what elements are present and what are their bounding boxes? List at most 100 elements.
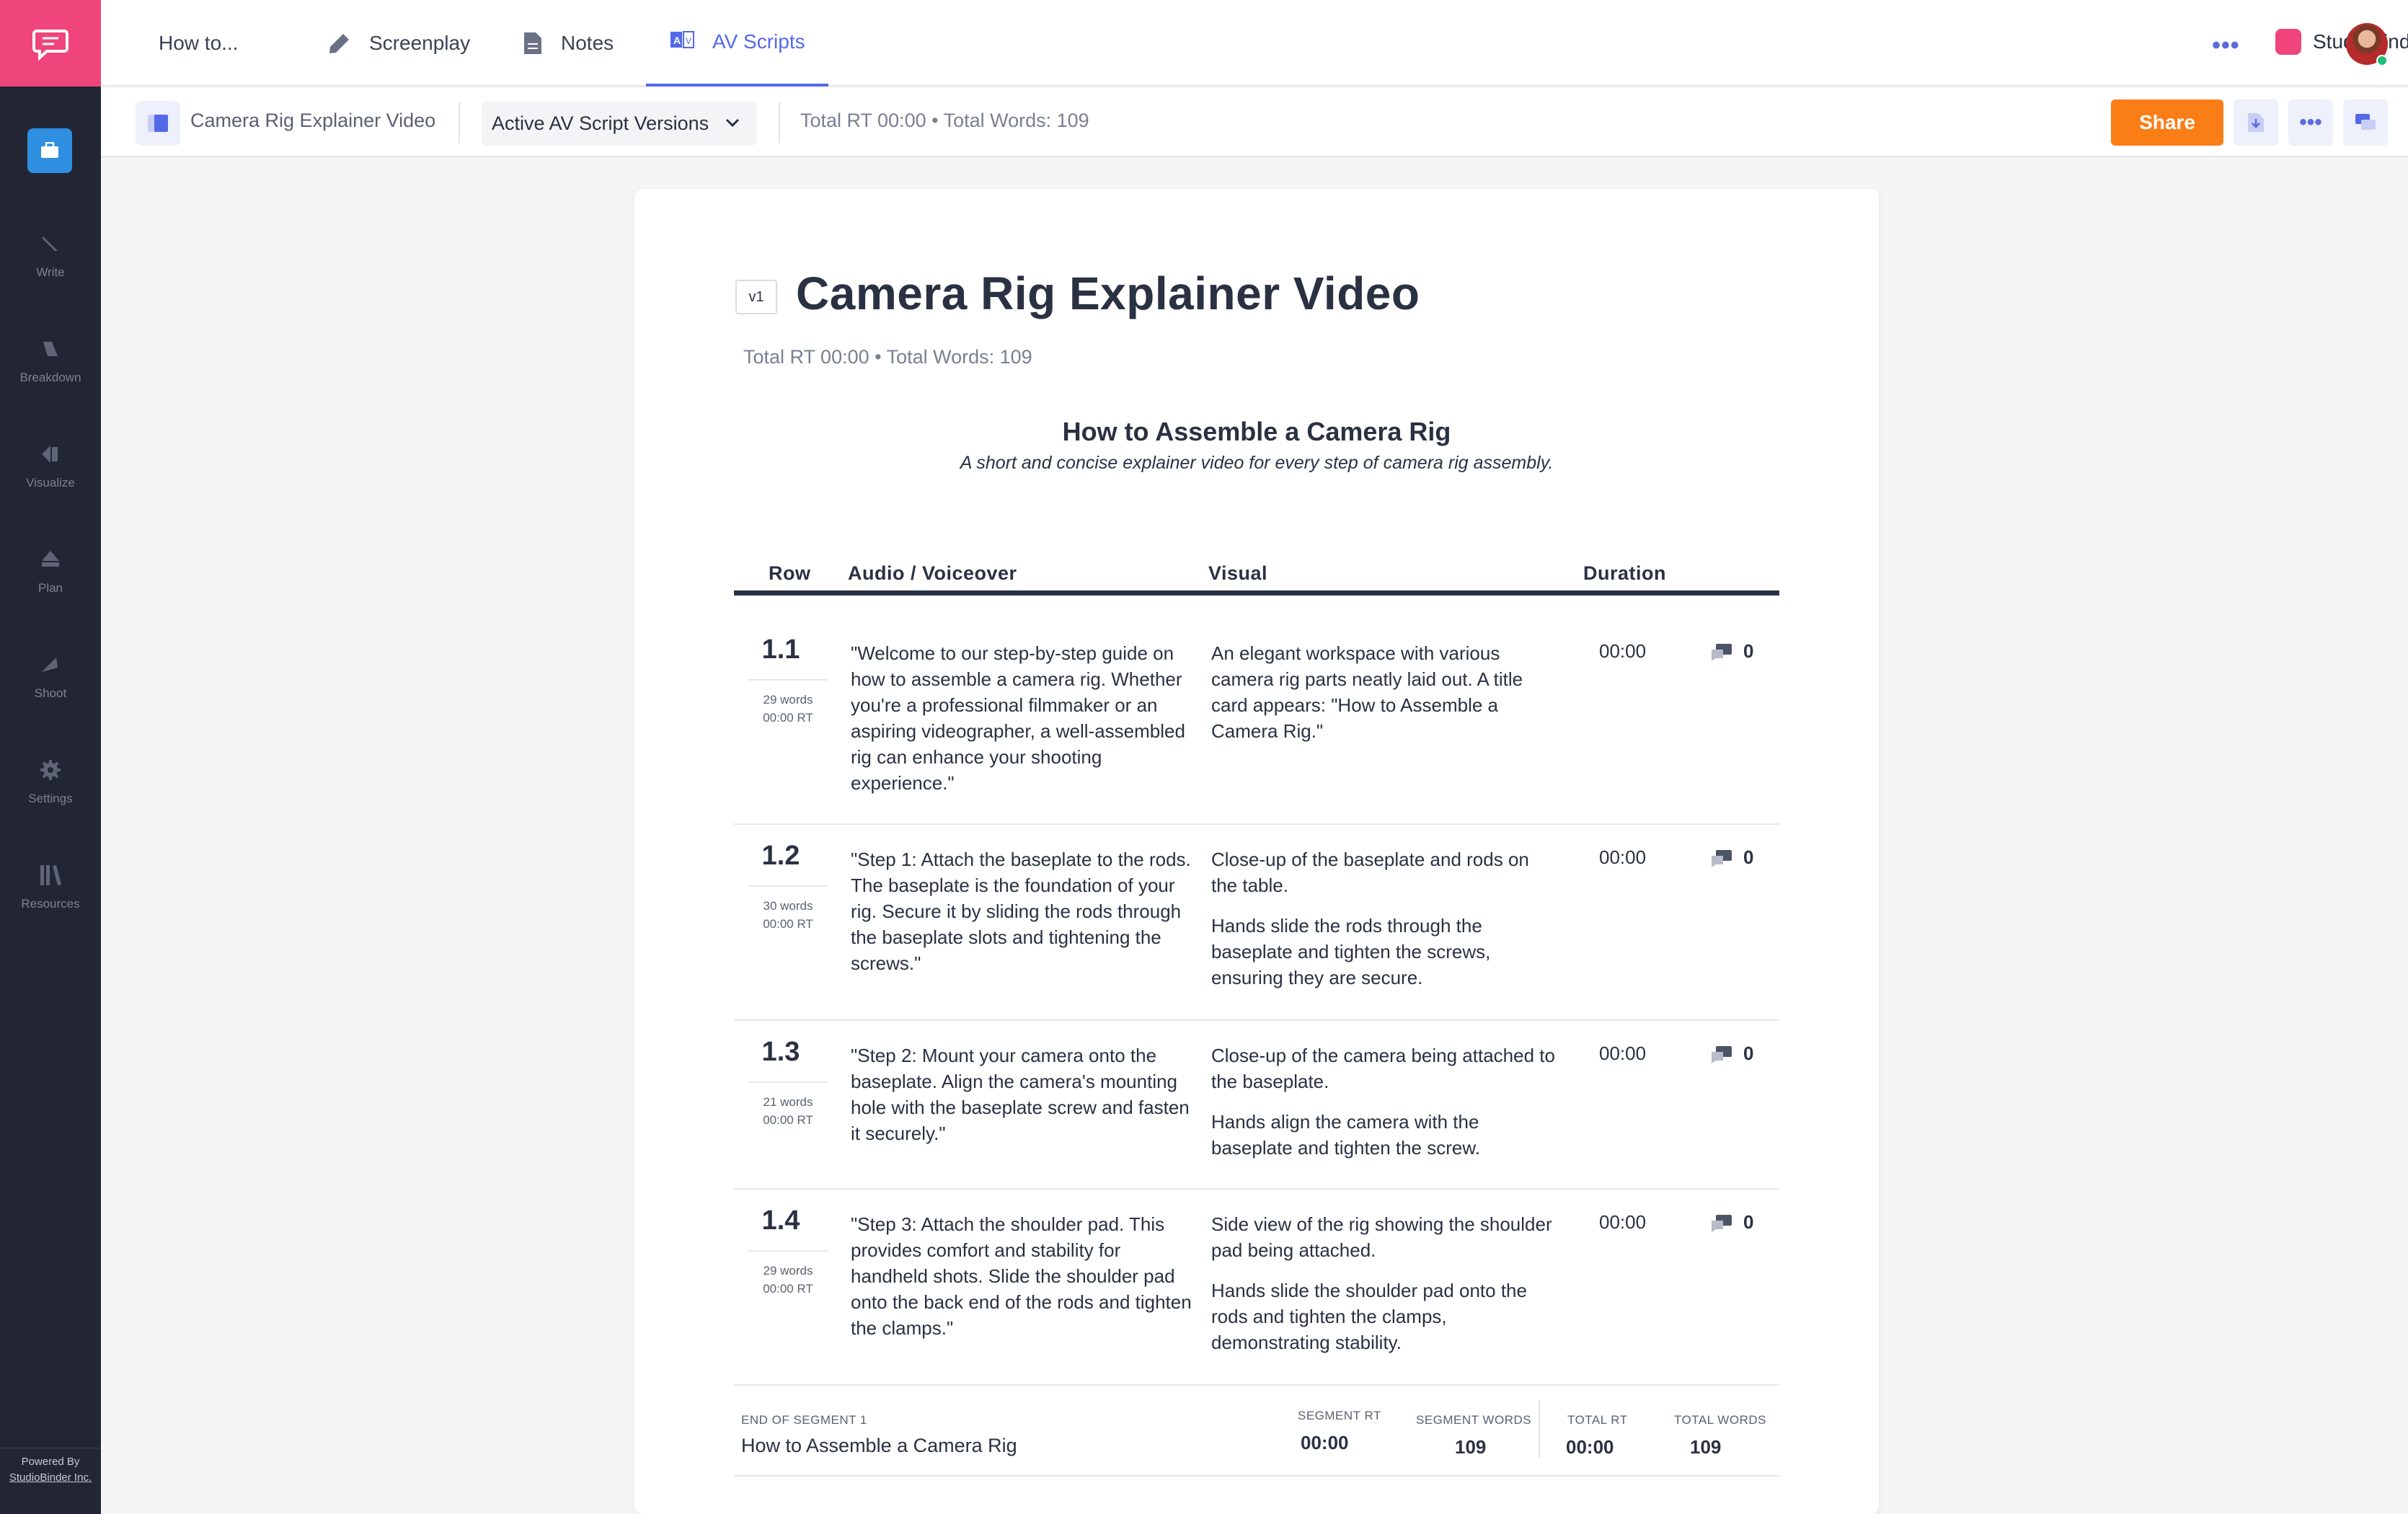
sidebar-item-label: Resources <box>21 897 80 911</box>
tab-how-to[interactable]: How to... <box>159 0 238 87</box>
segment-subtitle[interactable]: A short and concise explainer video for … <box>634 453 1879 474</box>
total-rt-value: 00:00 <box>1566 1436 1614 1458</box>
end-of-segment-label: END OF SEGMENT 1 <box>741 1413 867 1427</box>
row-meta: 30 words 00:00 RT <box>763 899 813 931</box>
total-words-label: TOTAL WORDS <box>1674 1413 1766 1427</box>
comments-icon <box>2355 114 2376 130</box>
row-number: 1.2 <box>761 841 800 871</box>
breakdown-icon <box>43 342 58 356</box>
powered-by: Powered By StudioBinder Inc. <box>0 1448 101 1486</box>
sidebar-item-visualize[interactable]: Visualize <box>0 435 101 515</box>
comments-panel-button[interactable] <box>2343 99 2388 146</box>
books-icon <box>40 865 61 885</box>
audio-cell[interactable]: "Welcome to our step-by-step guide on ho… <box>851 640 1197 796</box>
share-button[interactable]: Share <box>2111 99 2223 146</box>
top-navigation: How to... Screenplay Notes AV AV Scripts… <box>101 0 2408 87</box>
av-script-document: v1 Camera Rig Explainer Video Total RT 0… <box>634 189 1879 1514</box>
table-row[interactable]: 1.3 21 words 00:00 RT "Step 2: Mount you… <box>734 1021 1779 1190</box>
brand-logo-icon <box>2275 29 2301 55</box>
divider <box>459 102 460 143</box>
row-number: 1.4 <box>761 1205 800 1236</box>
left-sidebar: Write Breakdown Visualize Plan Shoot Set… <box>0 0 101 1514</box>
total-words-value: 109 <box>1690 1436 1722 1458</box>
row-meta: 29 words 00:00 RT <box>763 1264 813 1296</box>
panel-icon <box>148 115 168 132</box>
sidebar-item-label: Visualize <box>26 476 75 490</box>
document-title[interactable]: Camera Rig Explainer Video <box>796 267 1420 320</box>
table-row[interactable]: 1.2 30 words 00:00 RT "Step 1: Attach th… <box>734 825 1779 1021</box>
row-meta: 21 words 00:00 RT <box>763 1095 813 1127</box>
comment-icon <box>1712 849 1732 867</box>
segment-rt-label: SEGMENT RT <box>1298 1409 1381 1422</box>
visual-cell[interactable]: Close-up of the baseplate and rods on th… <box>1211 846 1557 991</box>
version-select[interactable]: Active AV Script Versions <box>482 101 757 146</box>
duration-cell[interactable]: 00:00 <box>1599 1211 1646 1234</box>
table-row[interactable]: 1.1 29 words 00:00 RT "Welcome to our st… <box>734 619 1779 825</box>
tab-av-scripts[interactable]: AV AV Scripts <box>646 0 828 87</box>
column-header-duration: Duration <box>1583 562 1666 584</box>
divider <box>748 1250 828 1252</box>
gear-icon <box>40 760 61 780</box>
sidebar-item-shoot[interactable]: Shoot <box>0 646 101 725</box>
version-badge[interactable]: v1 <box>735 280 777 314</box>
divider <box>779 102 780 143</box>
visual-cell[interactable]: Side view of the rig showing the shoulde… <box>1211 1211 1557 1355</box>
segment-title[interactable]: How to Assemble a Camera Rig <box>634 417 1879 447</box>
row-number: 1.3 <box>761 1037 800 1067</box>
audio-cell[interactable]: "Step 1: Attach the baseplate to the rod… <box>851 846 1197 976</box>
tab-screenplay[interactable]: Screenplay <box>327 0 470 87</box>
duration-cell[interactable]: 00:00 <box>1599 1042 1646 1065</box>
svg-text:V: V <box>686 36 691 46</box>
comments-button[interactable]: 0 <box>1710 846 1753 869</box>
comment-icon <box>1712 1045 1732 1063</box>
document-totals: Total RT 00:00 • Total Words: 109 <box>743 346 1032 368</box>
visual-cell[interactable]: An elegant workspace with various camera… <box>1211 640 1557 744</box>
visual-cell[interactable]: Close-up of the camera being attached to… <box>1211 1042 1557 1161</box>
segment-footer-title: How to Assemble a Camera Rig <box>741 1435 1017 1456</box>
segment-words-value: 109 <box>1455 1436 1487 1458</box>
studiobinder-logo[interactable] <box>0 0 101 87</box>
plan-icon <box>42 551 59 567</box>
sidebar-item-plan[interactable]: Plan <box>0 541 101 620</box>
segment-footer: END OF SEGMENT 1 How to Assemble a Camer… <box>734 1386 1779 1477</box>
duration-cell[interactable]: 00:00 <box>1599 640 1646 663</box>
chevron-down-icon <box>725 118 740 128</box>
export-button[interactable] <box>2234 99 2278 146</box>
chat-logo-icon <box>32 30 68 61</box>
sidebar-item-label: Settings <box>28 792 73 805</box>
table-row[interactable]: 1.4 29 words 00:00 RT "Step 3: Attach th… <box>734 1190 1779 1386</box>
divider <box>748 885 828 887</box>
row-number: 1.1 <box>761 634 800 665</box>
column-header-audio: Audio / Voiceover <box>848 562 1017 584</box>
table-header: Row Audio / Voiceover Visual Duration <box>734 558 1779 596</box>
company-link[interactable]: StudioBinder Inc. <box>0 1470 101 1486</box>
av-script-icon: AV <box>670 31 694 48</box>
comments-button[interactable]: 0 <box>1710 1211 1753 1234</box>
pencil-icon <box>329 34 349 53</box>
projects-button[interactable] <box>27 128 72 173</box>
tab-notes[interactable]: Notes <box>522 0 614 87</box>
project-title[interactable]: Camera Rig Explainer Video <box>190 110 435 132</box>
sidebar-item-resources[interactable]: Resources <box>0 856 101 936</box>
divider <box>1539 1400 1540 1458</box>
export-file-icon <box>2248 113 2264 132</box>
row-meta: 29 words 00:00 RT <box>763 693 813 725</box>
pencil-icon <box>42 236 58 251</box>
sidebar-item-breakdown[interactable]: Breakdown <box>0 330 101 410</box>
totals-summary: Total RT 00:00 • Total Words: 109 <box>800 110 1089 131</box>
more-actions-button[interactable]: ••• <box>2288 99 2333 146</box>
sidebar-item-write[interactable]: Write <box>0 225 101 304</box>
duration-cell[interactable]: 00:00 <box>1599 846 1646 869</box>
comments-button[interactable]: 0 <box>1710 1042 1753 1065</box>
audio-cell[interactable]: "Step 2: Mount your camera onto the base… <box>851 1042 1197 1146</box>
more-options-button[interactable]: ••• <box>2212 32 2240 60</box>
sidebar-item-settings[interactable]: Settings <box>0 751 101 831</box>
total-rt-label: TOTAL RT <box>1567 1413 1628 1427</box>
column-header-visual: Visual <box>1208 562 1268 584</box>
comments-button[interactable]: 0 <box>1710 640 1753 663</box>
sidebar-item-label: Breakdown <box>19 371 81 384</box>
brand-switcher[interactable]: StudioBinder <box>2275 29 2408 55</box>
toggle-panel-button[interactable] <box>136 101 180 146</box>
sidebar-item-label: Write <box>36 265 65 279</box>
audio-cell[interactable]: "Step 3: Attach the shoulder pad. This p… <box>851 1211 1197 1341</box>
